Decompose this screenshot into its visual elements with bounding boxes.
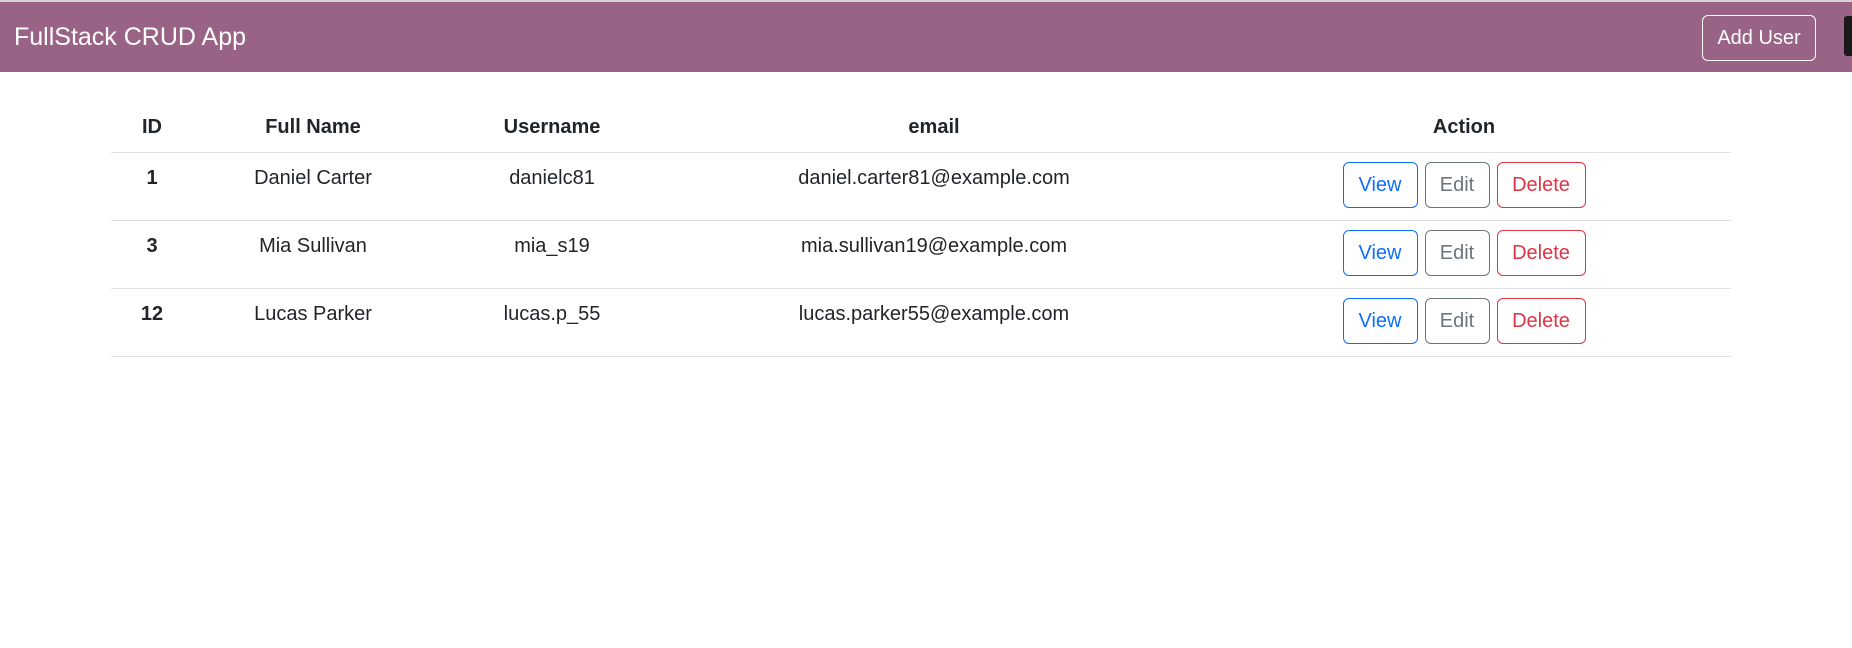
cell-actions: View Edit Delete xyxy=(1197,288,1731,357)
edit-button[interactable]: Edit xyxy=(1424,229,1490,276)
table-row: 1 Daniel Carter danielc81 daniel.carter8… xyxy=(111,152,1731,221)
table-row: 3 Mia Sullivan mia_s19 mia.sullivan19@ex… xyxy=(111,220,1731,289)
cell-full-name: Mia Sullivan xyxy=(193,220,433,289)
edit-button[interactable]: Edit xyxy=(1424,161,1490,208)
cell-id: 3 xyxy=(111,220,193,289)
table-header-row: ID Full Name Username email Action xyxy=(111,104,1731,153)
table-row: 12 Lucas Parker lucas.p_55 lucas.parker5… xyxy=(111,288,1731,357)
cell-id: 1 xyxy=(111,152,193,221)
window-edge-handle xyxy=(1844,16,1852,56)
column-header-email: email xyxy=(671,104,1197,153)
cell-email: mia.sullivan19@example.com xyxy=(671,220,1197,289)
cell-username: lucas.p_55 xyxy=(433,288,671,357)
cell-email: lucas.parker55@example.com xyxy=(671,288,1197,357)
view-button[interactable]: View xyxy=(1342,229,1418,276)
cell-username: mia_s19 xyxy=(433,220,671,289)
delete-button[interactable]: Delete xyxy=(1496,161,1586,208)
cell-id: 12 xyxy=(111,288,193,357)
table-header: ID Full Name Username email Action xyxy=(111,104,1731,153)
view-button[interactable]: View xyxy=(1342,161,1418,208)
cell-full-name: Lucas Parker xyxy=(193,288,433,357)
users-table-container: ID Full Name Username email Action 1 Dan… xyxy=(111,104,1731,357)
delete-button[interactable]: Delete xyxy=(1496,297,1586,344)
column-header-full-name: Full Name xyxy=(193,104,433,153)
add-user-button[interactable]: Add User xyxy=(1702,15,1816,61)
cell-username: danielc81 xyxy=(433,152,671,221)
delete-button[interactable]: Delete xyxy=(1496,229,1586,276)
edit-button[interactable]: Edit xyxy=(1424,297,1490,344)
users-table: ID Full Name Username email Action 1 Dan… xyxy=(111,104,1731,357)
app-brand[interactable]: FullStack CRUD App xyxy=(14,2,246,72)
column-header-action: Action xyxy=(1197,104,1731,153)
table-body: 1 Daniel Carter danielc81 daniel.carter8… xyxy=(111,152,1731,357)
cell-actions: View Edit Delete xyxy=(1197,152,1731,221)
column-header-id: ID xyxy=(111,104,193,153)
column-header-username: Username xyxy=(433,104,671,153)
cell-email: daniel.carter81@example.com xyxy=(671,152,1197,221)
view-button[interactable]: View xyxy=(1342,297,1418,344)
cell-full-name: Daniel Carter xyxy=(193,152,433,221)
cell-actions: View Edit Delete xyxy=(1197,220,1731,289)
navbar: FullStack CRUD App Add User xyxy=(0,2,1852,72)
